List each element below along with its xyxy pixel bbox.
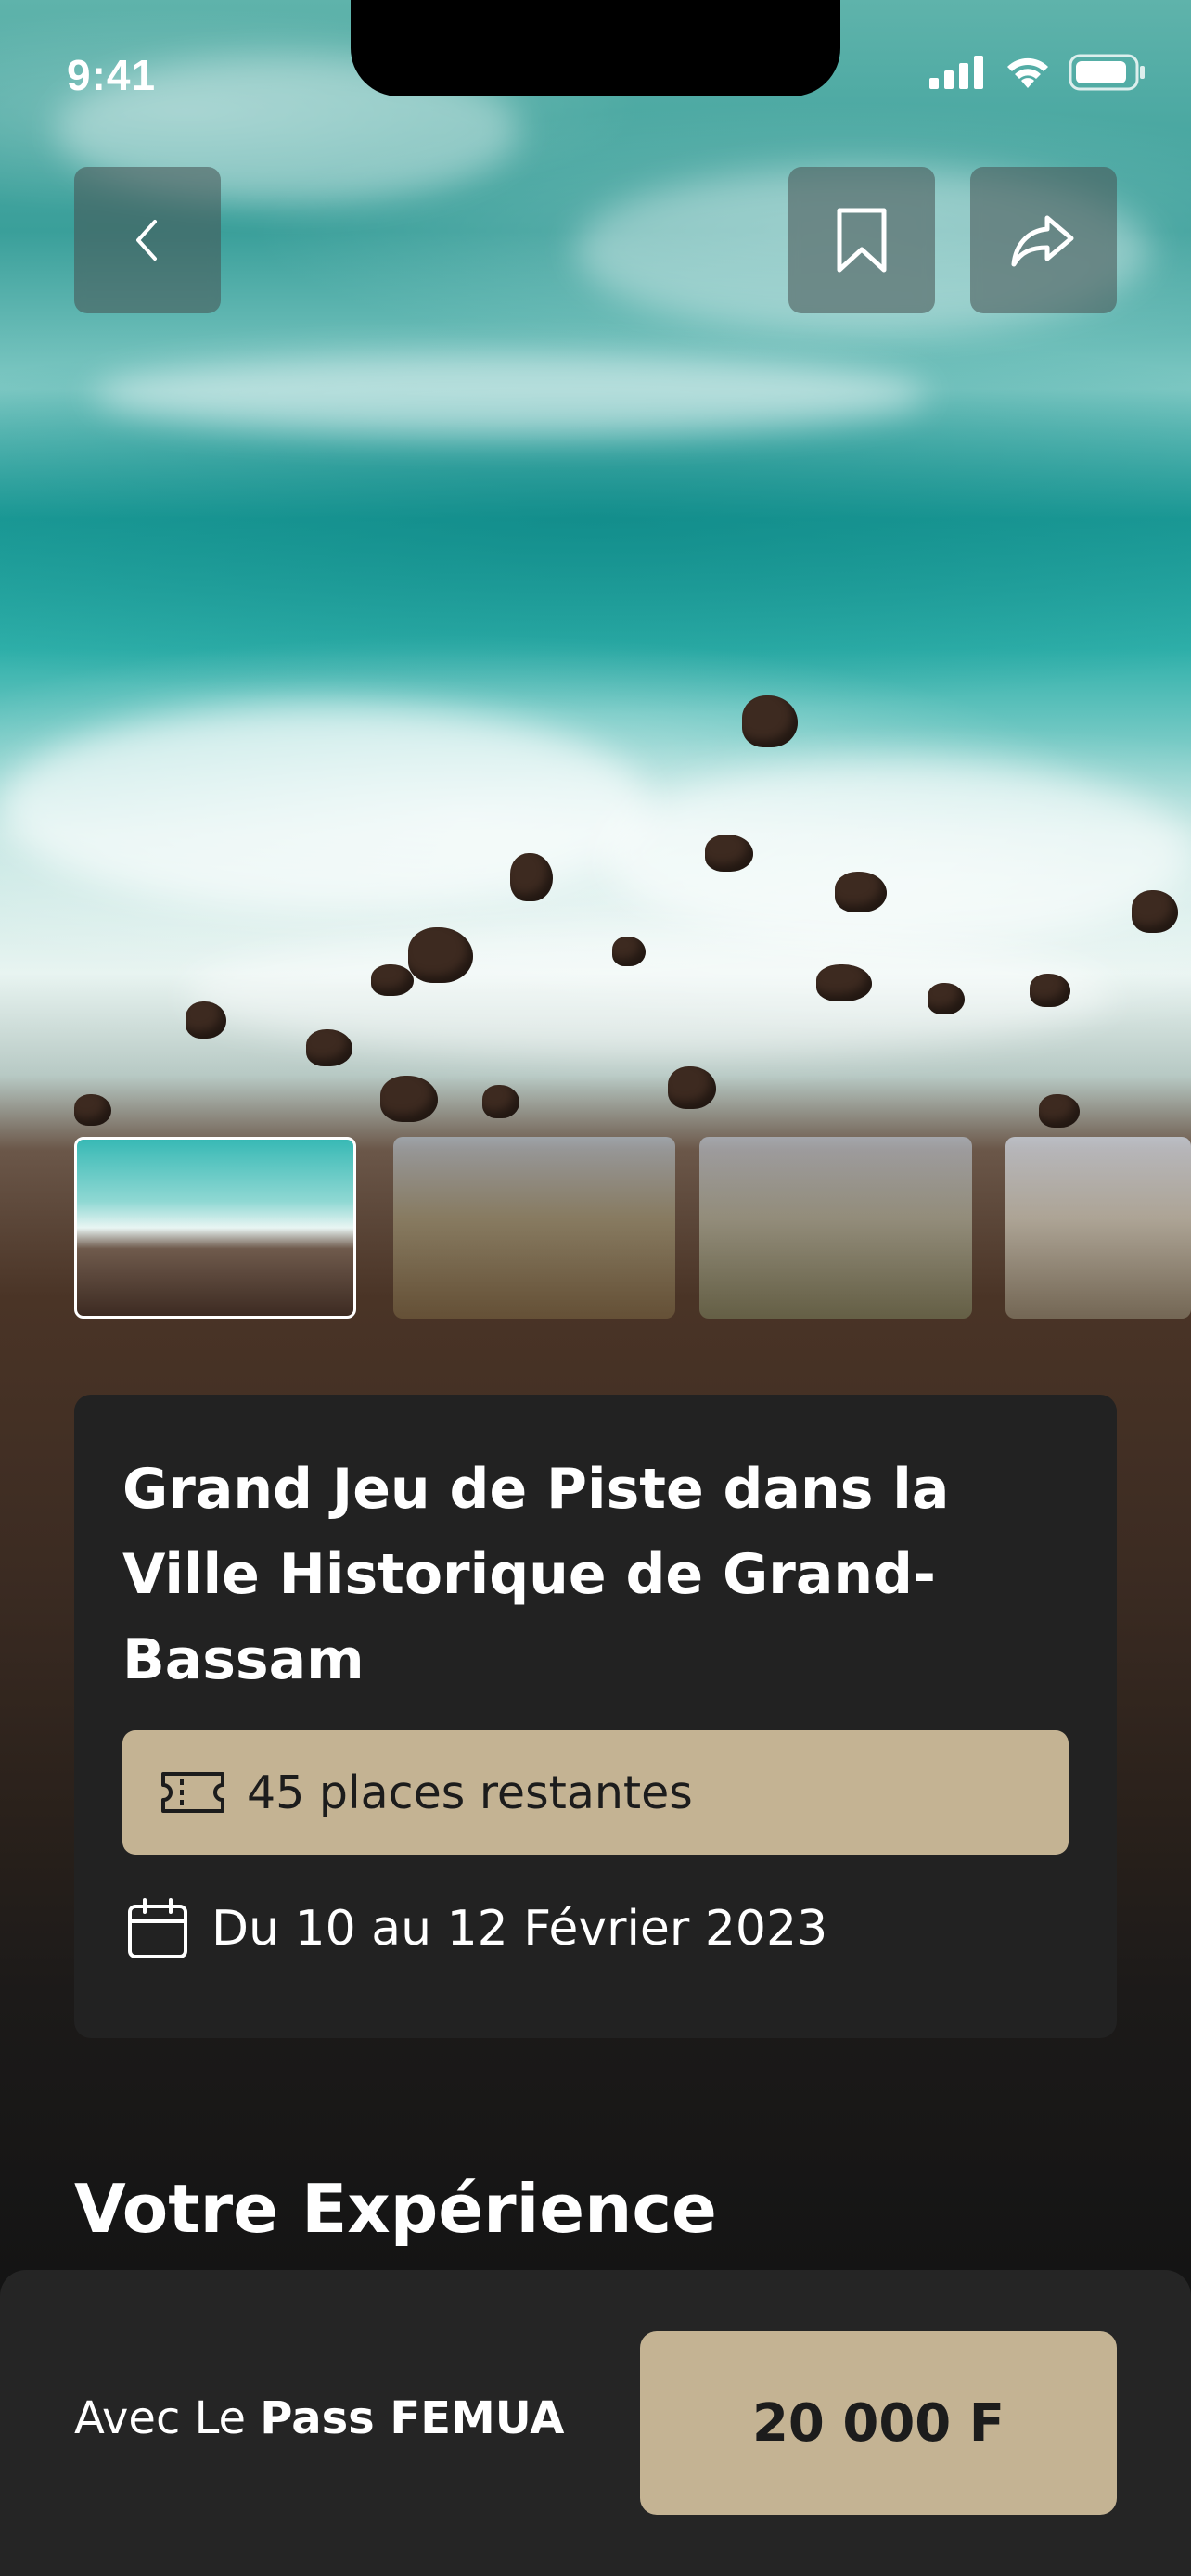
gallery-thumbnail-2[interactable] (393, 1137, 675, 1319)
gallery-thumbnail-4[interactable] (1005, 1137, 1191, 1319)
gallery-thumbnail-3[interactable] (699, 1137, 972, 1319)
pass-label: Avec Le Pass FEMUA (74, 2392, 564, 2444)
device-notch (351, 0, 840, 96)
places-badge: 45 places restantes (122, 1730, 1069, 1855)
event-info-card: Grand Jeu de Piste dans la Ville Histori… (74, 1395, 1117, 2038)
signal-icon (929, 56, 983, 89)
places-remaining: 45 places restantes (247, 1766, 693, 1819)
chevron-left-icon (136, 220, 157, 261)
bookmark-icon (837, 208, 887, 273)
price-button[interactable]: 20 000 F (640, 2331, 1117, 2515)
event-dates: Du 10 au 12 Février 2023 (211, 1901, 828, 1957)
ticket-icon (161, 1772, 224, 1813)
section-heading: Votre Expérience (74, 2170, 717, 2248)
status-time: 9:41 (67, 51, 157, 99)
pass-prefix: Avec Le (74, 2392, 261, 2444)
calendar-icon (128, 1898, 187, 1958)
share-icon (1011, 215, 1074, 267)
share-button[interactable] (970, 167, 1117, 313)
gallery-thumbnail-1[interactable] (74, 1137, 356, 1319)
pass-name: Pass FEMUA (260, 2392, 565, 2444)
event-title: Grand Jeu de Piste dans la Ville Histori… (122, 1457, 950, 1692)
date-row: Du 10 au 12 Février 2023 (126, 1897, 827, 1960)
back-button[interactable] (74, 167, 221, 313)
status-icons (929, 54, 1146, 91)
purchase-bar: Avec Le Pass FEMUA 20 000 F (0, 2270, 1191, 2576)
wifi-icon (1007, 57, 1048, 88)
battery-icon (1069, 54, 1145, 91)
bookmark-button[interactable] (788, 167, 935, 313)
